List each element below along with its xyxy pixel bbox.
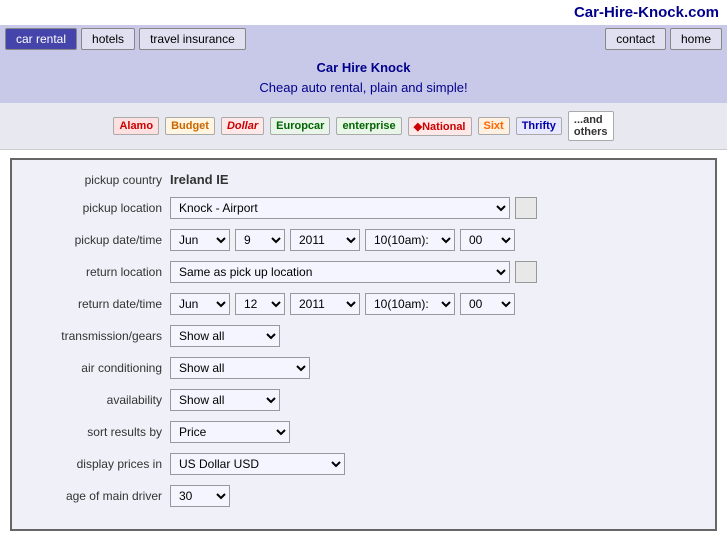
return-datetime-label: return date/time — [27, 297, 162, 311]
return-location-label: return location — [27, 265, 162, 279]
pickup-min-select[interactable]: 00 — [460, 229, 515, 251]
transmission-row: transmission/gears Show all Manual Autom… — [27, 325, 700, 347]
return-color-box[interactable] — [515, 261, 537, 283]
subtitle: Car Hire Knock Cheap auto rental, plain … — [0, 53, 727, 103]
logo-budget: Budget — [165, 117, 215, 135]
pickup-datetime-row: pickup date/time Jun 9 2011 10(10am): 00 — [27, 229, 700, 251]
availability-label: availability — [27, 393, 162, 407]
return-location-select[interactable]: Same as pick up location — [170, 261, 510, 283]
age-controls: 25 26 27 28 29 30 35 40 45 50 55 60 65 7… — [170, 485, 700, 507]
logo-sixt: Sixt — [478, 117, 510, 135]
site-title: Car-Hire-Knock.com — [0, 0, 727, 25]
pickup-country-value: Ireland IE — [170, 172, 229, 187]
currency-label: display prices in — [27, 457, 162, 471]
availability-row: availability Show all Available only — [27, 389, 700, 411]
currency-select[interactable]: US Dollar USD Euro EUR British Pound GBP — [170, 453, 345, 475]
nav-bar: car rental hotels travel insurance conta… — [0, 25, 727, 53]
pickup-time-select[interactable]: 10(10am): — [365, 229, 455, 251]
search-form: pickup country Ireland IE pickup locatio… — [10, 158, 717, 531]
pickup-datetime-controls: Jun 9 2011 10(10am): 00 — [170, 229, 700, 251]
availability-select[interactable]: Show all Available only — [170, 389, 280, 411]
pickup-location-row: pickup location Knock - Airport — [27, 197, 700, 219]
subtitle-line2: Cheap auto rental, plain and simple! — [0, 78, 727, 98]
pickup-country-label: pickup country — [27, 173, 162, 187]
logo-others: ...andothers — [568, 111, 614, 141]
logo-bar: Alamo Budget Dollar Europcar enterprise … — [0, 103, 727, 150]
ac-controls: Show all With AC Without AC — [170, 357, 700, 379]
logo-dollar: Dollar — [221, 117, 264, 135]
pickup-datetime-label: pickup date/time — [27, 233, 162, 247]
pickup-month-select[interactable]: Jun — [170, 229, 230, 251]
ac-select[interactable]: Show all With AC Without AC — [170, 357, 310, 379]
age-label: age of main driver — [27, 489, 162, 503]
ac-row: air conditioning Show all With AC Withou… — [27, 357, 700, 379]
return-datetime-row: return date/time Jun 12 2011 10(10am): 0… — [27, 293, 700, 315]
nav-left: car rental hotels travel insurance — [5, 28, 605, 50]
nav-contact[interactable]: contact — [605, 28, 666, 50]
return-time-select[interactable]: 10(10am): — [365, 293, 455, 315]
logo-enterprise: enterprise — [336, 117, 401, 135]
currency-controls: US Dollar USD Euro EUR British Pound GBP — [170, 453, 700, 475]
currency-row: display prices in US Dollar USD Euro EUR… — [27, 453, 700, 475]
subtitle-line1: Car Hire Knock — [0, 58, 727, 78]
ac-label: air conditioning — [27, 361, 162, 375]
pickup-country-controls: Ireland IE — [170, 172, 700, 187]
return-year-select[interactable]: 2011 — [290, 293, 360, 315]
logo-thrifty: Thrifty — [516, 117, 562, 135]
pickup-location-label: pickup location — [27, 201, 162, 215]
nav-hotels[interactable]: hotels — [81, 28, 135, 50]
nav-right: contact home — [605, 28, 722, 50]
age-select[interactable]: 25 26 27 28 29 30 35 40 45 50 55 60 65 7… — [170, 485, 230, 507]
logo-alamo: Alamo — [113, 117, 159, 135]
pickup-country-row: pickup country Ireland IE — [27, 172, 700, 187]
return-location-row: return location Same as pick up location — [27, 261, 700, 283]
transmission-select[interactable]: Show all Manual Automatic — [170, 325, 280, 347]
logo-national: ◆National — [408, 117, 472, 136]
sort-controls: Price Name Category — [170, 421, 700, 443]
nav-home[interactable]: home — [670, 28, 722, 50]
pickup-location-select[interactable]: Knock - Airport — [170, 197, 510, 219]
logo-europcar: Europcar — [270, 117, 330, 135]
transmission-label: transmission/gears — [27, 329, 162, 343]
sort-select[interactable]: Price Name Category — [170, 421, 290, 443]
pickup-year-select[interactable]: 2011 — [290, 229, 360, 251]
nav-car-rental[interactable]: car rental — [5, 28, 77, 50]
pickup-location-controls: Knock - Airport — [170, 197, 700, 219]
return-datetime-controls: Jun 12 2011 10(10am): 00 — [170, 293, 700, 315]
pickup-color-box[interactable] — [515, 197, 537, 219]
pickup-day-select[interactable]: 9 — [235, 229, 285, 251]
transmission-controls: Show all Manual Automatic — [170, 325, 700, 347]
return-min-select[interactable]: 00 — [460, 293, 515, 315]
return-day-select[interactable]: 12 — [235, 293, 285, 315]
sort-row: sort results by Price Name Category — [27, 421, 700, 443]
availability-controls: Show all Available only — [170, 389, 700, 411]
nav-travel-insurance[interactable]: travel insurance — [139, 28, 246, 50]
return-location-controls: Same as pick up location — [170, 261, 700, 283]
age-row: age of main driver 25 26 27 28 29 30 35 … — [27, 485, 700, 507]
return-month-select[interactable]: Jun — [170, 293, 230, 315]
sort-label: sort results by — [27, 425, 162, 439]
